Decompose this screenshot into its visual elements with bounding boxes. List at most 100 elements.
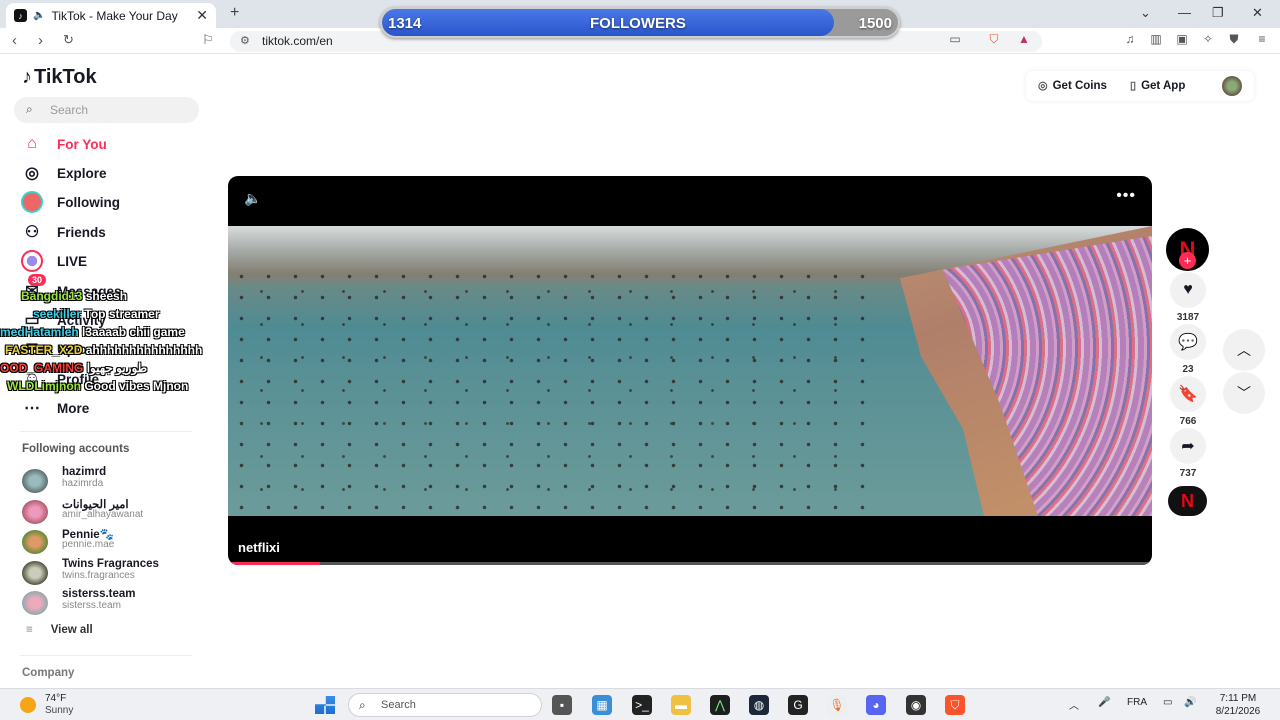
language-indicator[interactable]: FRA xyxy=(1127,697,1147,708)
tray-chevron-up-icon[interactable]: ︿ xyxy=(1069,697,1079,712)
phone-icon: ▯ xyxy=(1130,80,1137,92)
view-all-link[interactable]: ≡ View all xyxy=(26,624,93,636)
minimize-icon[interactable]: — xyxy=(1178,5,1191,20)
clock[interactable]: 7:11 PM 8/21/2026 xyxy=(1210,692,1266,718)
volume-tray-icon[interactable]: 🔊 xyxy=(1184,697,1196,708)
reload-icon[interactable]: ↻ xyxy=(63,32,74,48)
avatar xyxy=(22,530,48,554)
microphone-tray-icon[interactable]: 🎤 xyxy=(1098,697,1110,708)
account-item[interactable]: sisterss.team sisterss.team xyxy=(22,588,202,616)
site-settings-icon[interactable]: ⚙ xyxy=(240,34,250,47)
clock-date: 8/21/2026 xyxy=(1215,706,1261,717)
terminal-icon[interactable]: >_ xyxy=(632,695,652,715)
account-item[interactable]: امير الحيوانات amir_alhayawanat xyxy=(22,497,202,525)
volume-icon[interactable]: 🔈 xyxy=(244,190,261,207)
widgets-icon[interactable]: ▦ xyxy=(592,695,612,715)
nav-explore[interactable]: ◎ Explore xyxy=(20,162,200,184)
back-icon[interactable]: ‹ xyxy=(12,32,17,49)
chevron-down-icon[interactable]: ﹀ xyxy=(1223,372,1265,414)
share-arrow-icon[interactable]: ➦ xyxy=(1170,428,1206,464)
account-item[interactable]: Pennie🐾 pennie.mae xyxy=(22,527,202,555)
taskbar-search[interactable]: ⌕ Search xyxy=(348,693,542,717)
follow-plus-icon[interactable]: + xyxy=(1179,252,1196,269)
chat-user: FASTER_X2D xyxy=(5,343,83,357)
windows-taskbar: 74°F Sunny ⌕ Search ▪ ▦ >_ ▬ ⋀ ◍ G 🎙 ◕ ◉… xyxy=(0,688,1280,720)
share-action[interactable]: ➦ 737 xyxy=(1167,428,1209,479)
chat-line: medHatamleh l3aaaab chii game xyxy=(0,325,185,339)
more-options-icon[interactable]: ••• xyxy=(1116,187,1136,205)
app-icon[interactable]: ⋀ xyxy=(710,695,730,715)
chat-user: OOD_GAMING xyxy=(0,361,84,375)
search-placeholder: Search xyxy=(50,103,89,117)
search-input[interactable]: ⌕ Search xyxy=(14,97,199,123)
tiktok-logo[interactable]: ♪ TikTok xyxy=(22,66,97,89)
vpn-icon[interactable]: ✧ xyxy=(1200,32,1216,48)
shield-icon[interactable]: ⛊ xyxy=(1226,32,1242,48)
cast-icon[interactable]: ▭ xyxy=(947,32,963,48)
nav-label: Following xyxy=(57,194,120,210)
messages-badge: 30 xyxy=(28,274,47,286)
chat-message: طوريو جهيوا xyxy=(86,361,148,375)
sun-icon xyxy=(20,697,36,713)
company-link[interactable]: Company xyxy=(22,667,74,679)
heart-icon[interactable]: ♥ xyxy=(1170,272,1206,308)
brave-browser-icon[interactable]: ⛉ xyxy=(945,695,965,715)
like-action[interactable]: ♥ 3187 xyxy=(1167,272,1209,323)
sidebar-toggle-icon[interactable]: ▥ xyxy=(1148,32,1164,48)
taskbar-search-placeholder: Search xyxy=(381,699,416,711)
chat-message: l3aaaab chii game xyxy=(82,325,185,339)
chat-user: WLDLimjnon xyxy=(7,379,81,393)
steam-icon[interactable]: ◍ xyxy=(749,695,769,715)
network-icon[interactable]: ▭ xyxy=(1163,697,1172,708)
comment-icon[interactable]: 💬 xyxy=(1170,324,1206,360)
close-tab-icon[interactable]: ✕ xyxy=(196,7,208,24)
speaker-icon[interactable]: 🔈 xyxy=(33,10,45,21)
discord-icon[interactable]: ◕ xyxy=(866,695,886,715)
video-author[interactable]: netflixi xyxy=(238,540,280,555)
nav-friends[interactable]: ⚇ Friends xyxy=(20,221,200,243)
get-app-button[interactable]: ▯ Get App xyxy=(1130,79,1185,93)
brave-shield-icon[interactable]: ⛉ xyxy=(986,32,1002,48)
avatar xyxy=(22,591,48,615)
comment-action[interactable]: 💬 23 xyxy=(1167,324,1209,375)
browser-tab[interactable]: ♪ 🔈 TikTok - Make Your Day ✕ xyxy=(6,3,216,28)
music-disc-icon[interactable]: N xyxy=(1168,486,1207,516)
task-view-icon[interactable]: ▪ xyxy=(552,695,572,715)
video-progress-bar[interactable] xyxy=(228,562,1152,565)
video-frame xyxy=(228,226,1152,516)
forward-icon[interactable]: › xyxy=(38,32,43,49)
profile-avatar[interactable] xyxy=(1222,76,1242,96)
account-name: hazimrd xyxy=(62,466,107,478)
obs-icon[interactable]: ◉ xyxy=(906,695,926,715)
nav-label: For You xyxy=(57,136,107,152)
search-icon: ⌕ xyxy=(26,102,33,116)
nav-more[interactable]: ⋯ More xyxy=(20,397,200,419)
nav-live[interactable]: LIVE xyxy=(20,250,200,272)
nav-following[interactable]: Following xyxy=(20,191,200,213)
account-item[interactable]: hazimrd hazimrda xyxy=(22,466,202,494)
compass-icon: ◎ xyxy=(25,165,39,182)
account-item[interactable]: Twins Fragrances twins.fragrances xyxy=(22,558,202,586)
tab-list-icon[interactable]: ⌄ xyxy=(1140,5,1151,21)
chat-line: WLDLimjnon Good vibes Mjnon xyxy=(7,379,188,393)
windows-start-icon[interactable] xyxy=(315,696,335,714)
restore-icon[interactable]: ❐ xyxy=(1212,5,1224,21)
nav-for-you[interactable]: ⌂ For You xyxy=(20,133,200,155)
bookmark-icon[interactable]: ⚐ xyxy=(202,32,214,48)
wallet-icon[interactable]: ▣ xyxy=(1174,32,1190,48)
avatar xyxy=(22,500,48,524)
microphone-icon[interactable]: 🎙 xyxy=(827,695,847,715)
get-coins-button[interactable]: ◎ Get Coins xyxy=(1038,79,1107,93)
menu-icon[interactable]: ≡ xyxy=(1254,32,1270,48)
file-explorer-icon[interactable]: ▬ xyxy=(671,695,691,715)
followers-label: FOLLOWERS xyxy=(590,15,686,32)
video-player[interactable]: 🔈 ••• netflixi xyxy=(228,176,1152,565)
app-g-icon[interactable]: G xyxy=(788,695,808,715)
bookmark-icon[interactable]: 🔖 xyxy=(1170,376,1206,412)
new-tab-icon[interactable]: + xyxy=(230,4,239,22)
close-window-icon[interactable]: ✕ xyxy=(1252,5,1263,21)
rewards-icon[interactable]: ▲ xyxy=(1016,32,1032,48)
chevron-up-icon[interactable]: ︿ xyxy=(1223,329,1265,371)
music-note-icon[interactable]: ♫ xyxy=(1122,32,1138,48)
save-action[interactable]: 🔖 766 xyxy=(1167,376,1209,427)
